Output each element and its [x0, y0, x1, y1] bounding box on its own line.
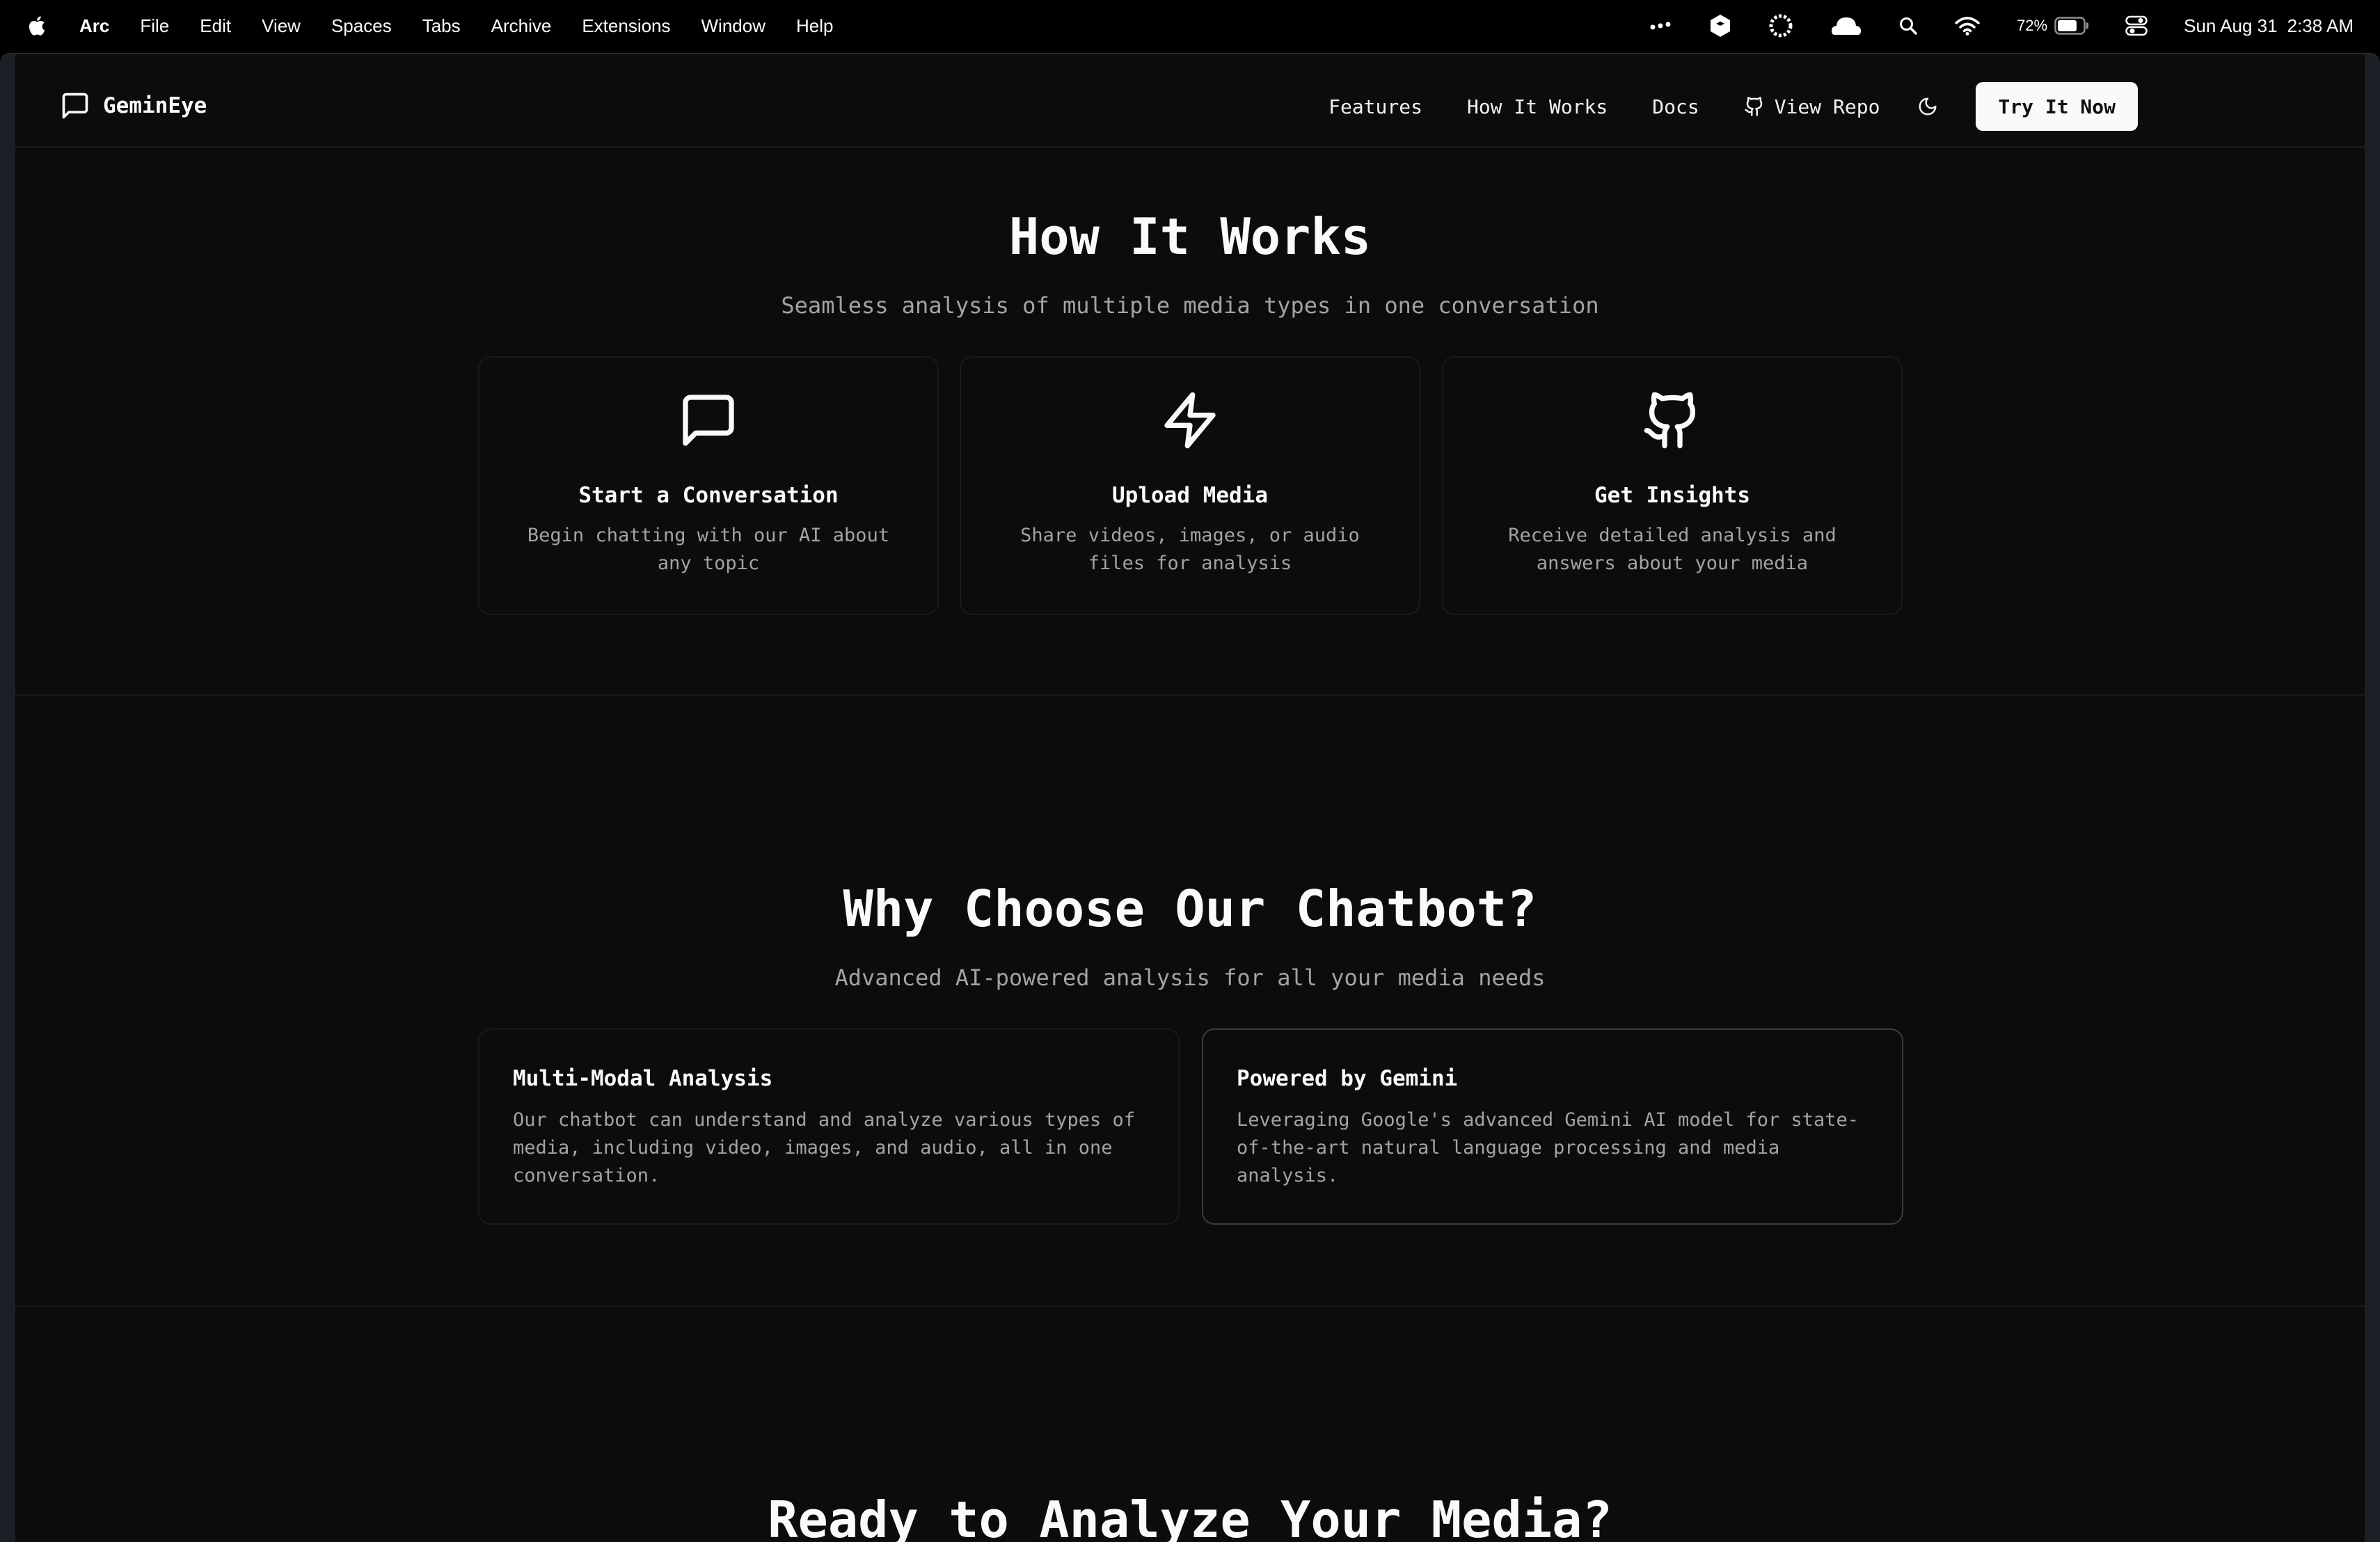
wifi-icon[interactable] [1954, 16, 1981, 35]
menu-tabs[interactable]: Tabs [422, 15, 461, 37]
zap-icon [1164, 392, 1216, 449]
menu-view[interactable]: View [262, 15, 301, 37]
menu-help[interactable]: Help [796, 15, 833, 37]
nav-link-docs[interactable]: Docs [1652, 95, 1699, 118]
web-page: GeminEye Features How It Works Docs View… [15, 54, 2365, 1542]
nav-link-how-it-works[interactable]: How It Works [1467, 95, 1608, 118]
nav-link-view-repo[interactable]: View Repo [1744, 95, 1880, 118]
section-divider [15, 1305, 2365, 1307]
nav-link-features[interactable]: Features [1328, 95, 1422, 118]
main-nav: Features How It Works Docs View Repo Try… [1284, 82, 2138, 131]
hexagon-app-icon[interactable] [1709, 14, 1731, 38]
control-center-icon[interactable] [2125, 15, 2148, 36]
step-title: Start a Conversation [578, 483, 839, 508]
menu-extensions[interactable]: Extensions [582, 15, 670, 37]
theme-toggle-button[interactable] [1917, 96, 1938, 117]
step-description: Share videos, images, or audio files for… [1020, 525, 1360, 574]
feature-title: Multi-Modal Analysis [513, 1066, 773, 1091]
how-it-works-subtitle: Seamless analysis of multiple media type… [781, 292, 1599, 319]
menubar-time[interactable]: 2:38 AM [2287, 15, 2354, 37]
site-header: GeminEye Features How It Works Docs View… [15, 54, 2365, 148]
why-choose-subtitle: Advanced AI-powered analysis for all you… [834, 964, 1546, 991]
site-logo[interactable]: GeminEye [60, 90, 207, 121]
step-card-start-conversation: Start a Conversation Begin chatting with… [478, 356, 939, 615]
try-it-now-button[interactable]: Try It Now [1976, 82, 2138, 131]
cta-section-title: Ready to Analyze Your Media? [768, 1491, 1612, 1542]
menu-archive[interactable]: Archive [491, 15, 552, 37]
browser-window: GeminEye Features How It Works Docs View… [0, 53, 2380, 1542]
step-title: Upload Media [1112, 483, 1268, 508]
message-square-icon [62, 93, 88, 119]
github-icon [1644, 392, 1696, 449]
menu-spaces[interactable]: Spaces [331, 15, 392, 37]
feature-description: Leveraging Google's advanced Gemini AI m… [1237, 1109, 1859, 1186]
battery-icon[interactable] [2054, 17, 2089, 35]
how-it-works-title: How It Works [1008, 207, 1372, 266]
cloud-app-icon[interactable] [1830, 15, 1862, 36]
menubar-date[interactable]: Sun Aug 31 [2184, 15, 2277, 37]
section-divider [15, 694, 2365, 696]
dots-status-icon[interactable] [1649, 21, 1673, 31]
step-description: Receive detailed analysis and answers ab… [1508, 525, 1836, 574]
why-choose-title: Why Choose Our Chatbot? [843, 880, 1537, 938]
github-icon [1744, 97, 1762, 116]
menu-window[interactable]: Window [701, 15, 765, 37]
view-repo-label: View Repo [1774, 95, 1880, 118]
feature-description: Our chatbot can understand and analyze v… [513, 1109, 1136, 1186]
system-menu-bar: Arc File Edit View Spaces Tabs Archive E… [0, 0, 2380, 51]
menu-edit[interactable]: Edit [200, 15, 231, 37]
step-title: Get Insights [1594, 483, 1750, 508]
step-card-upload-media: Upload Media Share videos, images, or au… [960, 356, 1420, 615]
menu-file[interactable]: File [140, 15, 169, 37]
moon-icon [1919, 97, 1937, 116]
logo-text: GeminEye [103, 93, 207, 118]
message-square-icon [683, 395, 734, 446]
step-card-get-insights: Get Insights Receive detailed analysis a… [1442, 356, 1903, 615]
apple-logo-icon[interactable] [26, 14, 47, 38]
feature-title: Powered by Gemini [1237, 1066, 1458, 1091]
loading-ring-icon[interactable] [1768, 13, 1794, 39]
search-icon[interactable] [1898, 16, 1918, 35]
battery-percentage: 72% [2017, 17, 2048, 34]
feature-card-powered-by-gemini: Powered by Gemini Leveraging Google's ad… [1202, 1028, 1903, 1225]
menu-app-name[interactable]: Arc [79, 15, 109, 37]
feature-card-multi-modal: Multi-Modal Analysis Our chatbot can und… [478, 1028, 1180, 1225]
step-description: Begin chatting with our AI about any top… [527, 525, 890, 574]
